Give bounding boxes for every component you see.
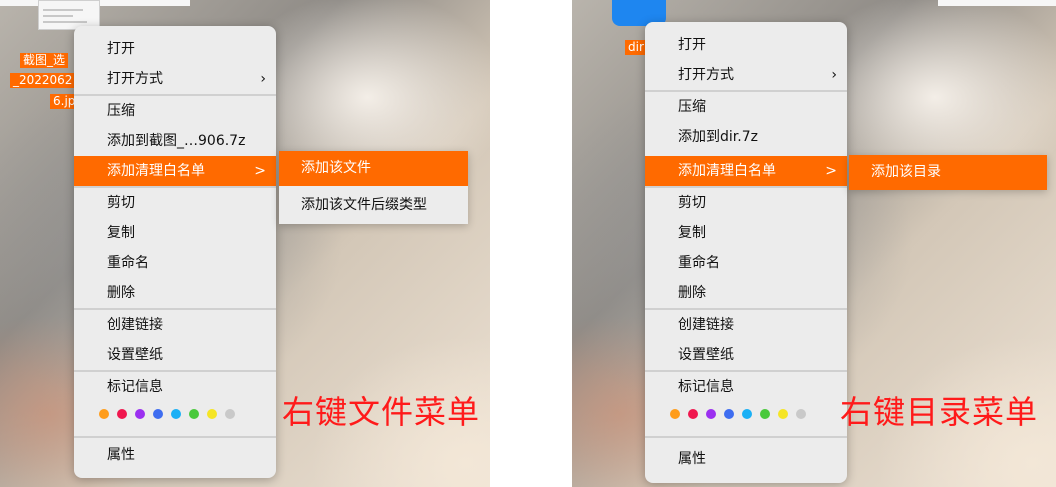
menu-item-open-with[interactable]: 打开方式 › (74, 64, 276, 94)
tag-color-dot-5[interactable] (760, 409, 770, 419)
tag-color-dot-2[interactable] (706, 409, 716, 419)
menu-item-copy[interactable]: 复制 (645, 218, 847, 248)
chevron-right-icon: > (254, 163, 266, 179)
desktop-file-name-line-2[interactable]: _2022062 (10, 73, 76, 88)
tag-color-dot-0[interactable] (670, 409, 680, 419)
menu-item-rename[interactable]: 重命名 (74, 248, 276, 278)
caption-directory-menu: 右键目录菜单 (840, 393, 1039, 431)
submenu-item-add-file-ext-type[interactable]: 添加该文件后缀类型 (279, 186, 468, 224)
menu-separator (74, 436, 276, 438)
menu-separator (645, 436, 847, 438)
tag-color-dot-6[interactable] (207, 409, 217, 419)
menu-item-compress[interactable]: 压缩 (645, 92, 847, 122)
menu-item-properties[interactable]: 属性 (74, 440, 276, 470)
tag-color-dot-4[interactable] (171, 409, 181, 419)
tag-color-dot-4[interactable] (742, 409, 752, 419)
whitelist-submenu: 添加该目录 (849, 155, 1047, 190)
menu-item-add-cleanup-whitelist[interactable]: 添加清理白名单 > (74, 156, 276, 186)
tag-color-dot-3[interactable] (724, 409, 734, 419)
file-context-menu-screenshot: 截图_选 _2022062 6.jp 打开 打开方式 › 压缩 添加到截图_…90… (0, 0, 490, 487)
menu-item-rename[interactable]: 重命名 (645, 248, 847, 278)
tag-color-row (74, 402, 276, 426)
submenu-item-add-directory[interactable]: 添加该目录 (849, 155, 1047, 190)
desktop-folder-name[interactable]: dir (625, 40, 647, 55)
tag-color-row (645, 402, 847, 426)
tag-color-dot-1[interactable] (688, 409, 698, 419)
tag-color-dot-6[interactable] (778, 409, 788, 419)
desktop-file-name-line-1[interactable]: 截图_选 (20, 53, 69, 68)
chevron-right-icon: > (825, 163, 837, 179)
menu-item-open[interactable]: 打开 (74, 34, 276, 64)
menu-item-properties[interactable]: 属性 (645, 444, 847, 474)
menu-item-set-wallpaper[interactable]: 设置壁纸 (645, 340, 847, 370)
menu-item-tag-info: 标记信息 (678, 379, 734, 395)
window-edge (938, 0, 1056, 6)
whitelist-submenu: 添加该文件 添加该文件后缀类型 (279, 151, 468, 224)
menu-item-delete[interactable]: 删除 (74, 278, 276, 308)
file-context-menu: 打开 打开方式 › 压缩 添加到截图_…906.7z 添加清理白名单 > 剪切 复制… (74, 26, 276, 478)
tag-color-dot-7[interactable] (796, 409, 806, 419)
menu-item-create-link[interactable]: 创建链接 (74, 310, 276, 340)
chevron-right-icon: › (831, 67, 837, 83)
menu-item-set-wallpaper[interactable]: 设置壁纸 (74, 340, 276, 370)
tag-color-dot-1[interactable] (117, 409, 127, 419)
menu-item-add-to-archive[interactable]: 添加到dir.7z (645, 122, 847, 152)
menu-item-cut[interactable]: 剪切 (645, 188, 847, 218)
menu-item-open[interactable]: 打开 (645, 30, 847, 60)
tag-color-dot-2[interactable] (135, 409, 145, 419)
menu-item-tag-info: 标记信息 (107, 379, 163, 395)
menu-item-copy[interactable]: 复制 (74, 218, 276, 248)
menu-item-add-to-archive[interactable]: 添加到截图_…906.7z (74, 126, 276, 156)
menu-item-create-link[interactable]: 创建链接 (645, 310, 847, 340)
directory-context-menu: 打开 打开方式 › 压缩 添加到dir.7z 添加清理白名单 > 剪切 复制 重命名… (645, 22, 847, 483)
menu-item-add-cleanup-whitelist[interactable]: 添加清理白名单 > (645, 156, 847, 186)
caption-file-menu: 右键文件菜单 (282, 393, 481, 431)
tag-color-dot-3[interactable] (153, 409, 163, 419)
submenu-item-add-file[interactable]: 添加该文件 (279, 151, 468, 186)
tag-color-dot-7[interactable] (225, 409, 235, 419)
menu-item-compress[interactable]: 压缩 (74, 96, 276, 126)
menu-item-open-with[interactable]: 打开方式 › (645, 60, 847, 90)
tag-color-dot-5[interactable] (189, 409, 199, 419)
menu-item-delete[interactable]: 删除 (645, 278, 847, 308)
chevron-right-icon: › (260, 71, 266, 87)
tag-color-dot-0[interactable] (99, 409, 109, 419)
directory-context-menu-screenshot: dir 打开 打开方式 › 压缩 添加到dir.7z 添加清理白名单 > 剪切 复制… (572, 0, 1056, 487)
menu-item-cut[interactable]: 剪切 (74, 188, 276, 218)
